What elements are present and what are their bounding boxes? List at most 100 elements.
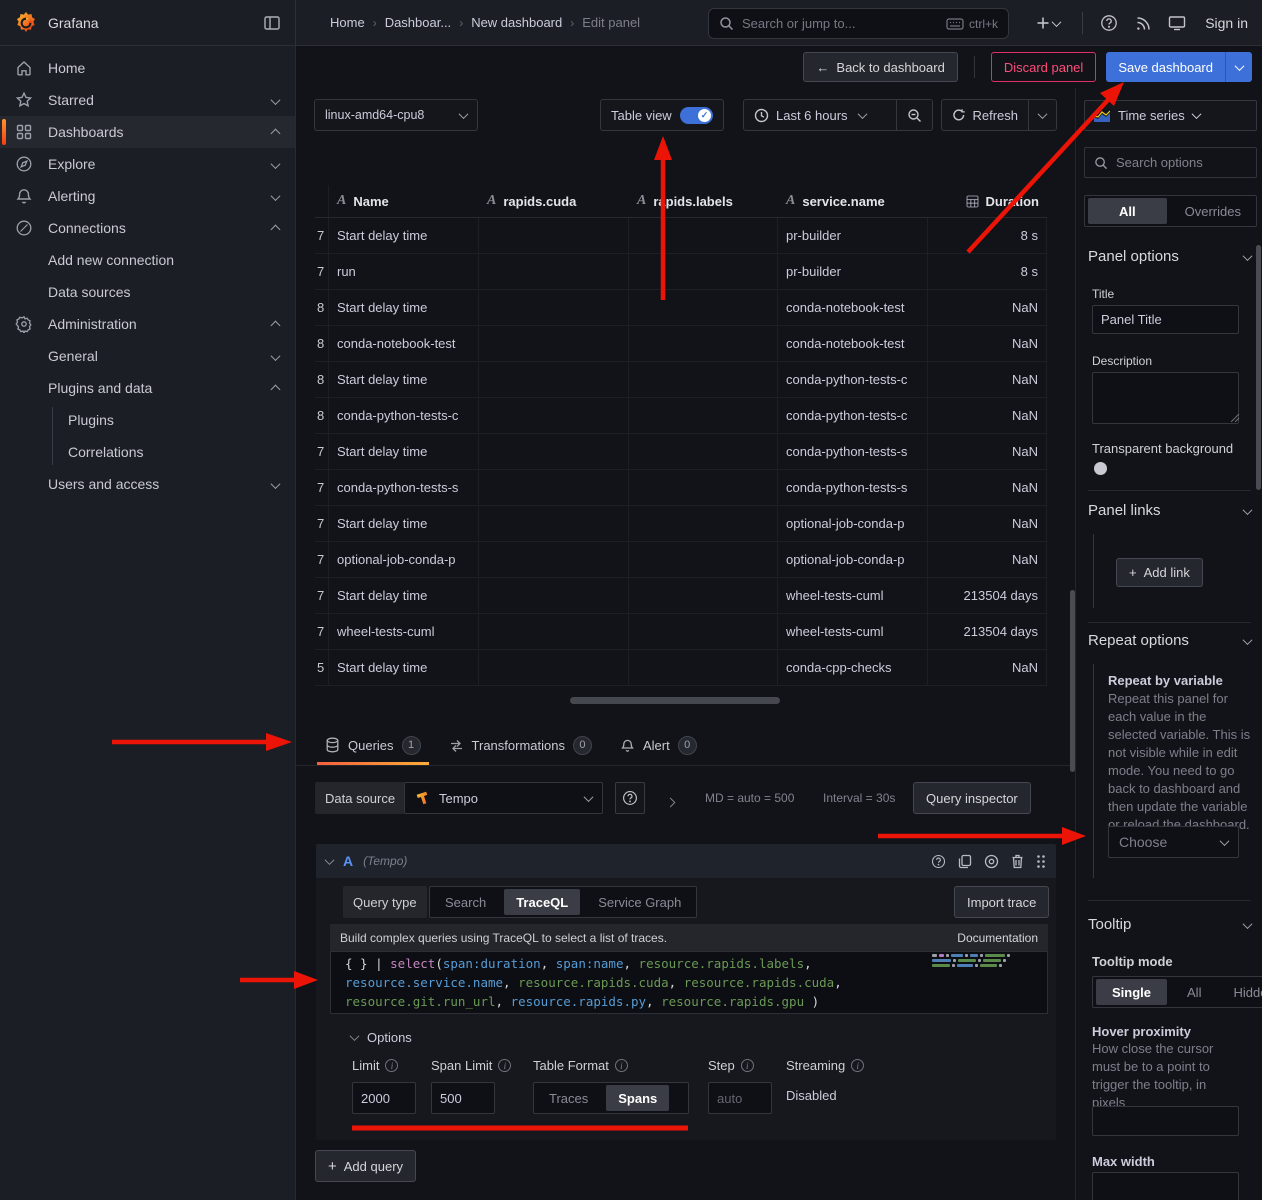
datasource-select[interactable]: Tempo xyxy=(404,782,603,814)
query-inspector-button[interactable]: Query inspector xyxy=(913,782,1031,814)
chevron-down-icon[interactable] xyxy=(272,188,279,204)
chevron-down-icon[interactable] xyxy=(272,92,279,108)
tooltip-single[interactable]: Single xyxy=(1096,979,1167,1005)
table-row[interactable]: 7Start delay timeoptional-job-conda-pNaN xyxy=(315,506,1047,542)
sidebar-item-administration[interactable]: Administration xyxy=(0,308,295,340)
documentation-link[interactable]: Documentation xyxy=(957,931,1038,945)
sidebar-item-correlations[interactable]: Correlations xyxy=(0,436,295,468)
limit-input[interactable] xyxy=(352,1082,416,1114)
panel-options-header[interactable]: Panel options xyxy=(1088,248,1251,265)
chevron-down-icon[interactable] xyxy=(272,476,279,492)
add-new-button[interactable] xyxy=(1026,9,1070,37)
query-type-search[interactable]: Search xyxy=(433,889,498,915)
table-row[interactable]: 8conda-notebook-testconda-notebook-testN… xyxy=(315,326,1047,362)
query-ref-label[interactable]: A xyxy=(343,853,353,869)
repeat-options-header[interactable]: Repeat options xyxy=(1088,632,1251,649)
add-query-button[interactable]: + Add query xyxy=(315,1150,416,1182)
news-rss-icon[interactable] xyxy=(1129,9,1157,37)
sidebar-item-data-sources[interactable]: Data sources xyxy=(0,276,295,308)
format-traces[interactable]: Traces xyxy=(537,1085,600,1111)
description-textarea[interactable] xyxy=(1092,372,1239,424)
column-header-rapids-cuda[interactable]: Arapids.cuda xyxy=(479,185,629,217)
repeat-variable-select[interactable]: Choose xyxy=(1108,826,1239,858)
sidebar-item-plugins[interactable]: Plugins xyxy=(0,404,295,436)
tooltip-header[interactable]: Tooltip xyxy=(1088,916,1251,933)
query-help-icon[interactable] xyxy=(931,854,946,869)
column-header-rapids-labels[interactable]: Arapids.labels xyxy=(629,185,778,217)
tab-alert[interactable]: Alert0 xyxy=(610,725,707,765)
refresh-button[interactable]: Refresh xyxy=(942,100,1028,130)
kiosk-monitor-icon[interactable] xyxy=(1163,9,1191,37)
time-range-picker[interactable]: Last 6 hours xyxy=(744,100,896,130)
sidebar-item-home[interactable]: Home xyxy=(0,52,295,84)
filter-overrides[interactable]: Overrides xyxy=(1173,198,1253,224)
table-horizontal-scrollbar[interactable] xyxy=(570,697,780,704)
filter-all[interactable]: All xyxy=(1088,198,1167,224)
sidebar-item-explore[interactable]: Explore xyxy=(0,148,295,180)
table-row[interactable]: 7wheel-tests-cumlwheel-tests-cuml213504 … xyxy=(315,614,1047,650)
import-trace-button[interactable]: Import trace xyxy=(954,886,1049,918)
search-options-input[interactable]: Search options xyxy=(1084,147,1257,178)
sidebar-item-connections[interactable]: Connections xyxy=(0,212,295,244)
sign-in-link[interactable]: Sign in xyxy=(1205,15,1248,31)
chevron-up-icon[interactable] xyxy=(272,124,279,140)
disable-query-icon[interactable] xyxy=(984,854,999,869)
breadcrumb-item[interactable]: Dashboar... xyxy=(385,15,452,30)
options-scrollbar[interactable] xyxy=(1256,245,1261,490)
tab-queries[interactable]: Queries1 xyxy=(315,725,431,765)
refresh-interval-dropdown[interactable] xyxy=(1029,100,1056,130)
drag-handle-icon[interactable] xyxy=(1036,854,1046,869)
table-row[interactable]: 7conda-python-tests-sconda-python-tests-… xyxy=(315,470,1047,506)
chevron-up-icon[interactable] xyxy=(272,380,279,396)
panel-title-select[interactable]: linux-amd64-cpu8 xyxy=(314,99,478,131)
column-header-name[interactable]: AName xyxy=(329,185,479,217)
zoom-out-time-button[interactable] xyxy=(897,100,932,130)
remove-query-icon[interactable] xyxy=(1011,854,1024,869)
duplicate-query-icon[interactable] xyxy=(958,854,972,869)
column-header-duration[interactable]: Duration xyxy=(928,185,1047,217)
sidebar-item-general[interactable]: General xyxy=(0,340,295,372)
save-dashboard-dropdown[interactable] xyxy=(1226,52,1252,82)
table-row[interactable]: 7runpr-builder8 s xyxy=(315,254,1047,290)
table-row[interactable]: 7Start delay timepr-builder8 s xyxy=(315,218,1047,254)
chevron-up-icon[interactable] xyxy=(272,316,279,332)
tab-transformations[interactable]: Transformations0 xyxy=(439,725,602,765)
sidebar-item-alerting[interactable]: Alerting xyxy=(0,180,295,212)
column-header-service-name[interactable]: Aservice.name xyxy=(778,185,928,217)
tooltip-hidden[interactable]: Hidden xyxy=(1221,979,1262,1005)
expand-options-icon[interactable] xyxy=(667,794,674,809)
mega-menu-toggle-icon[interactable] xyxy=(261,12,283,34)
visualization-select[interactable]: Time series xyxy=(1084,100,1257,131)
add-link-button[interactable]: +Add link xyxy=(1116,558,1203,587)
resize-handle-icon[interactable] xyxy=(1231,414,1239,422)
table-row[interactable]: 7Start delay timeconda-python-tests-sNaN xyxy=(315,434,1047,470)
grafana-logo-icon[interactable] xyxy=(14,11,38,35)
query-type-traceql[interactable]: TraceQL xyxy=(504,889,580,915)
discard-panel-button[interactable]: Discard panel xyxy=(991,52,1097,82)
query-type-service-graph[interactable]: Service Graph xyxy=(586,889,693,915)
panel-links-header[interactable]: Panel links xyxy=(1088,502,1251,519)
options-collapse[interactable]: Options xyxy=(351,1030,412,1045)
back-to-dashboard-button[interactable]: ← Back to dashboard xyxy=(803,52,957,82)
breadcrumb-item[interactable]: New dashboard xyxy=(471,15,562,30)
sidebar-item-dashboards[interactable]: Dashboards xyxy=(0,116,295,148)
max-width-input[interactable] xyxy=(1092,1172,1239,1200)
chevron-down-icon[interactable] xyxy=(272,348,279,364)
datasource-help-button[interactable] xyxy=(615,782,645,814)
table-row[interactable]: 5Start delay timeconda-cpp-checksNaN xyxy=(315,650,1047,686)
chevron-down-icon[interactable] xyxy=(272,156,279,172)
sidebar-item-starred[interactable]: Starred xyxy=(0,84,295,116)
hover-proximity-input[interactable] xyxy=(1092,1106,1239,1136)
step-input[interactable] xyxy=(708,1082,772,1114)
table-row[interactable]: 8Start delay timeconda-notebook-testNaN xyxy=(315,290,1047,326)
panel-title-input[interactable] xyxy=(1092,305,1239,334)
table-view-toggle[interactable]: ✓ xyxy=(680,107,713,124)
table-row[interactable]: 8Start delay timeconda-python-tests-cNaN xyxy=(315,362,1047,398)
save-dashboard-button[interactable]: Save dashboard xyxy=(1106,52,1226,82)
breadcrumb-item[interactable]: Home xyxy=(330,15,365,30)
table-row[interactable]: 7Start delay timewheel-tests-cuml213504 … xyxy=(315,578,1047,614)
sidebar-item-plugins-and-data[interactable]: Plugins and data xyxy=(0,372,295,404)
help-icon[interactable] xyxy=(1095,9,1123,37)
format-spans[interactable]: Spans xyxy=(606,1085,669,1111)
search-input[interactable]: Search or jump to... ctrl+k xyxy=(708,8,1009,39)
